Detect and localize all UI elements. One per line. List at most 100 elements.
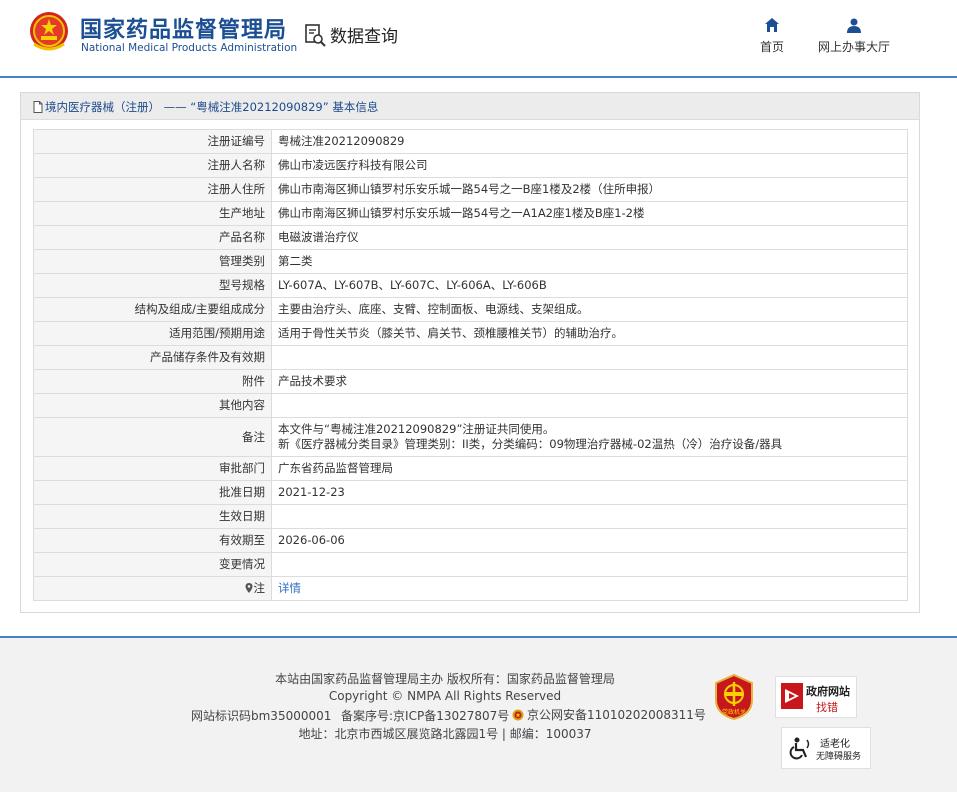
field-value: 粤械注准20212090829 [271, 129, 908, 154]
party-government-badge-icon[interactable]: 党政机关 [714, 674, 754, 720]
registration-info-table: 注册证编号 粤械注准20212090829 注册人名称 佛山市凌远医疗科技有限公司 … [33, 129, 908, 601]
breadcrumb: 境内医疗器械（注册） —— “粤械注准20212090829” 基本信息 [33, 99, 378, 115]
table-row: 注册人住所 佛山市南海区狮山镇罗村乐安乐城一路54号之一B座1楼及2楼（住所申报） [33, 177, 908, 202]
table-row: 变更情况 [33, 552, 908, 577]
table-row: 产品储存条件及有效期 [33, 345, 908, 370]
details-link[interactable]: 详情 [278, 581, 301, 595]
site-logo-title[interactable]: 国家药品监督管理局 [80, 12, 287, 44]
field-value-remark: 本文件与“粤械注准20212090829”注册证共同使用。 新《医疗器械分类目录… [271, 417, 908, 457]
table-row: 适用范围/预期用途 适用于骨性关节炎（膝关节、肩关节、颈椎腰椎关节）的辅助治疗。 [33, 321, 908, 346]
field-value: 广东省药品监督管理局 [271, 456, 908, 481]
map-pin-icon [245, 583, 252, 593]
table-row: 其他内容 [33, 393, 908, 418]
field-label: 产品储存条件及有效期 [33, 345, 272, 370]
remark-line-1: 本文件与“粤械注准20212090829”注册证共同使用。 [278, 422, 555, 436]
field-value: 2021-12-23 [271, 480, 908, 505]
field-label: 附件 [33, 369, 272, 394]
field-value: 电磁波谱治疗仪 [271, 225, 908, 250]
site-logo-subtitle: National Medical Products Administration [81, 42, 298, 54]
field-label: 结构及组成/主要组成成分 [33, 297, 272, 322]
field-label: 管理类别 [33, 249, 272, 274]
field-value [271, 504, 908, 529]
site-header: 国家药品监督管理局 National Medical Products Admi… [0, 0, 957, 76]
error-report-icon [781, 683, 803, 709]
field-value: 产品技术要求 [271, 369, 908, 394]
field-label: 注册证编号 [33, 129, 272, 154]
table-row: 附件 产品技术要求 [33, 369, 908, 394]
table-row-note: 注 详情 [33, 576, 908, 601]
field-label: 其他内容 [33, 393, 272, 418]
home-icon [765, 18, 779, 32]
header-divider [0, 76, 957, 78]
nav-online-hall-label: 网上办事大厅 [817, 40, 890, 54]
field-label: 备注 [33, 417, 272, 457]
data-query-label: 数据查询 [330, 27, 398, 47]
field-value [271, 393, 908, 418]
footer-address: 地址：北京市西城区展览路北露园1号 | 邮编：100037 [298, 727, 592, 741]
accessibility-icon [789, 737, 810, 760]
footer-icp-link[interactable]: 备案序号:京ICP备13027807号 [341, 707, 509, 724]
field-value [271, 552, 908, 577]
field-value: LY-607A、LY-607B、LY-607C、LY-606A、LY-606B [271, 273, 908, 298]
panel-header: 境内医疗器械（注册） —— “粤械注准20212090829” 基本信息 [21, 93, 919, 120]
table-row: 注册证编号 粤械注准20212090829 [33, 129, 908, 154]
data-query-title[interactable]: 数据查询 [303, 22, 398, 47]
field-label-note: 注 [33, 576, 272, 601]
detail-panel: 境内医疗器械（注册） —— “粤械注准20212090829” 基本信息 注册证… [20, 92, 920, 613]
field-value: 第二类 [271, 249, 908, 274]
accessibility-badge[interactable]: 适老化 无障碍服务 [781, 727, 871, 769]
field-label: 有效期至 [33, 528, 272, 553]
field-value: 佛山市南海区狮山镇罗村乐安乐城一路54号之一A1A2座1楼及B座1-2楼 [271, 201, 908, 226]
field-label: 型号规格 [33, 273, 272, 298]
accessibility-badge-line2: 无障碍服务 [816, 752, 862, 762]
police-badge-icon [512, 709, 524, 720]
accessibility-badge-line1: 适老化 [820, 739, 850, 750]
nav-home[interactable]: 首页 [752, 17, 792, 55]
field-value: 主要由治疗头、底座、支臂、控制面板、电源线、支架组成。 [271, 297, 908, 322]
breadcrumb-text: 境内医疗器械（注册） —— “粤械注准20212090829” 基本信息 [45, 100, 379, 114]
gov-badge-line2: 找错 [816, 701, 838, 714]
user-icon [847, 18, 861, 33]
police-record-text: 京公网安备11010202008311号 [527, 708, 706, 722]
table-row: 产品名称 电磁波谱治疗仪 [33, 225, 908, 250]
field-label: 变更情况 [33, 552, 272, 577]
field-value: 佛山市南海区狮山镇罗村乐安乐城一路54号之一B座1楼及2楼（住所申报） [271, 177, 908, 202]
table-row: 批准日期 2021-12-23 [33, 480, 908, 505]
gov-badge-line1: 政府网站 [806, 685, 850, 698]
table-row: 生产地址 佛山市南海区狮山镇罗村乐安乐城一路54号之一A1A2座1楼及B座1-2楼 [33, 201, 908, 226]
footer-sponsor-text: 本站由国家药品监督管理局主办 版权所有：国家药品监督管理局 [275, 672, 615, 686]
table-row: 结构及组成/主要组成成分 主要由治疗头、底座、支臂、控制面板、电源线、支架组成。 [33, 297, 908, 322]
document-icon [33, 101, 43, 113]
remark-line-2: 新《医疗器械分类目录》管理类别：II类，分类编码：09物理治疗器械-02温热（冷… [278, 437, 783, 451]
field-label: 产品名称 [33, 225, 272, 250]
gov-site-error-badge[interactable]: 政府网站 找错 [775, 676, 857, 718]
table-row: 管理类别 第二类 [33, 249, 908, 274]
document-search-icon [305, 23, 326, 47]
field-value: 佛山市凌远医疗科技有限公司 [271, 153, 908, 178]
field-value: 2026-06-06 [271, 528, 908, 553]
table-row: 型号规格 LY-607A、LY-607B、LY-607C、LY-606A、LY-6… [33, 273, 908, 298]
nav-home-label: 首页 [759, 40, 784, 54]
footer-site-id: 网站标识码bm35000001 [191, 709, 332, 723]
field-label: 批准日期 [33, 480, 272, 505]
footer-police-record[interactable]: 京公网安备11010202008311号 [512, 706, 706, 723]
field-label: 生效日期 [33, 504, 272, 529]
field-value: 适用于骨性关节炎（膝关节、肩关节、颈椎腰椎关节）的辅助治疗。 [271, 321, 908, 346]
field-label: 注册人住所 [33, 177, 272, 202]
field-label: 生产地址 [33, 201, 272, 226]
nav-online-hall[interactable]: 网上办事大厅 [812, 17, 896, 55]
badge-red-label: 党政机关 [722, 708, 746, 716]
field-label: 适用范围/预期用途 [33, 321, 272, 346]
table-row: 生效日期 [33, 504, 908, 529]
table-row: 审批部门 广东省药品监督管理局 [33, 456, 908, 481]
note-label: 注 [253, 581, 266, 595]
field-value-note: 详情 [271, 576, 908, 601]
national-emblem-icon [30, 12, 68, 51]
footer-copyright: Copyright © NMPA All Rights Reserved [328, 689, 562, 703]
field-label: 注册人名称 [33, 153, 272, 178]
table-row: 有效期至 2026-06-06 [33, 528, 908, 553]
table-row-remark: 备注 本文件与“粤械注准20212090829”注册证共同使用。 新《医疗器械分… [33, 417, 908, 457]
table-row: 注册人名称 佛山市凌远医疗科技有限公司 [33, 153, 908, 178]
field-value [271, 345, 908, 370]
field-label: 审批部门 [33, 456, 272, 481]
